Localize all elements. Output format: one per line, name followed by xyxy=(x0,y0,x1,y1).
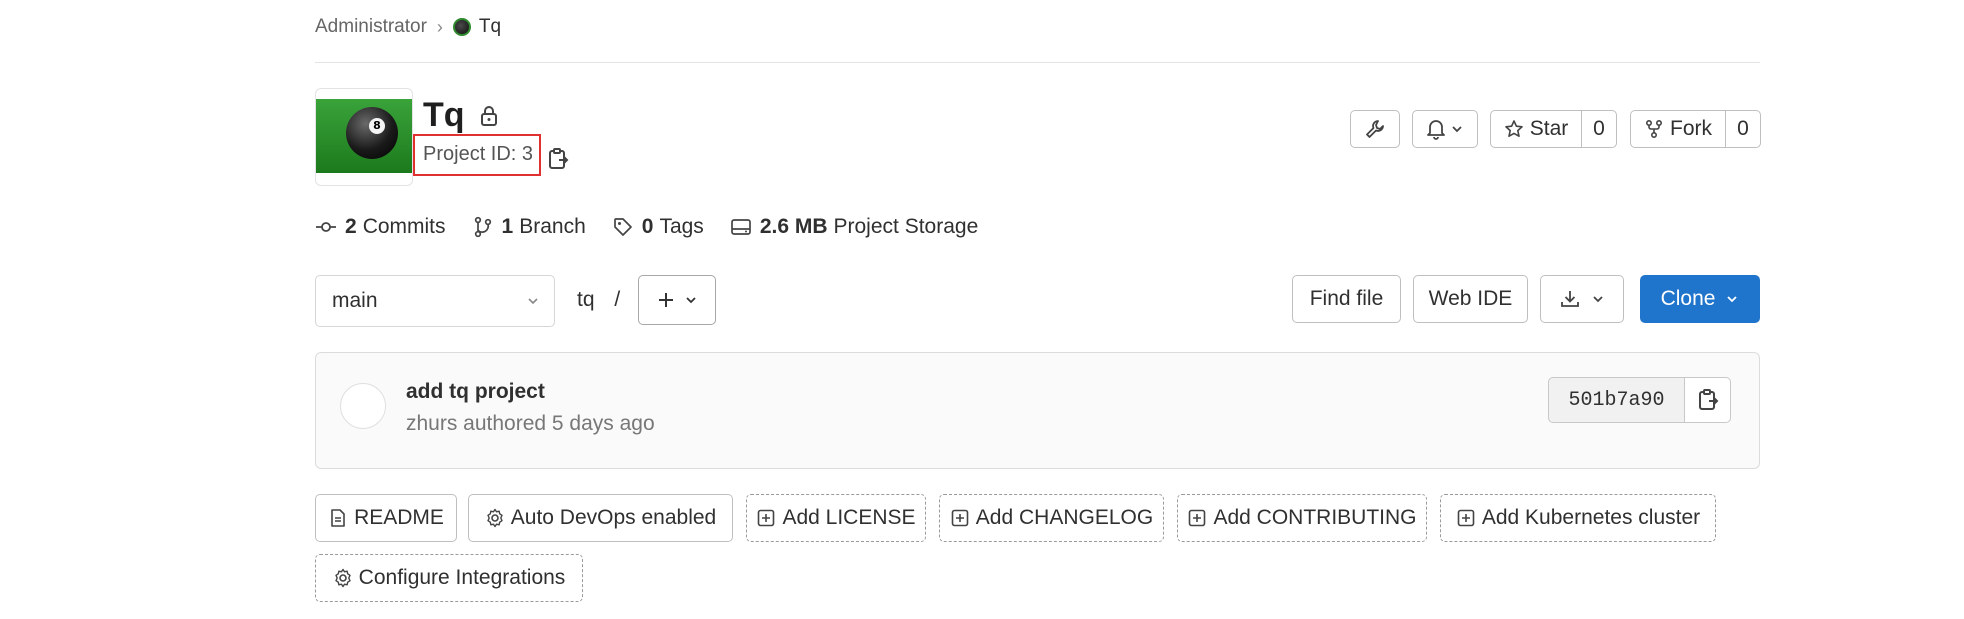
copy-project-id-icon[interactable] xyxy=(547,147,569,171)
plus-icon xyxy=(659,293,673,307)
readme-button[interactable]: README xyxy=(315,494,457,542)
tag-icon xyxy=(613,218,632,236)
chevron-down-icon xyxy=(1727,296,1738,303)
breadcrumb: Administrator › Tq xyxy=(315,14,501,40)
header-divider xyxy=(315,62,1760,63)
breadcrumb-current[interactable]: Tq xyxy=(479,16,501,38)
star-button[interactable]: Star xyxy=(1490,110,1582,148)
star-label: Star xyxy=(1529,117,1569,140)
chevron-down-icon xyxy=(528,298,538,305)
project-title-row: Tq xyxy=(423,96,499,135)
stat-branches-count: 1 xyxy=(501,215,514,238)
fork-label: Fork xyxy=(1670,117,1712,140)
stat-tags-count: 0 xyxy=(641,215,654,238)
stat-tags-label: Tags xyxy=(659,215,704,238)
readme-label: README xyxy=(354,506,444,529)
stat-tags[interactable]: 0 Tags xyxy=(612,215,704,239)
repo-path: tq / xyxy=(577,288,620,312)
repo-path-root[interactable]: tq xyxy=(577,288,595,311)
commit-author-avatar[interactable] xyxy=(340,383,386,429)
stat-storage-label: Project Storage xyxy=(833,215,979,238)
stat-branches[interactable]: 1 Branch xyxy=(472,215,586,239)
find-file-button[interactable]: Find file xyxy=(1292,275,1401,323)
branch-name: main xyxy=(332,289,378,312)
add-kubernetes-cluster-button[interactable]: Add Kubernetes cluster xyxy=(1440,494,1716,542)
plus-square-icon xyxy=(1189,509,1206,527)
repo-path-separator: / xyxy=(614,288,621,311)
storage-icon xyxy=(730,219,751,235)
download-button[interactable] xyxy=(1540,275,1624,323)
chevron-down-icon xyxy=(1452,126,1462,133)
download-icon xyxy=(1561,291,1579,307)
fork-button[interactable]: Fork xyxy=(1630,110,1726,148)
add-to-tree-button[interactable] xyxy=(638,275,716,325)
notification-button[interactable] xyxy=(1412,110,1478,148)
stat-storage-count: 2.6 MB xyxy=(759,215,828,238)
commit-icon xyxy=(316,222,336,232)
add-changelog-label: Add CHANGELOG xyxy=(975,506,1154,529)
commit-meta: zhurs authored 5 days ago xyxy=(406,412,655,435)
clone-label: Clone xyxy=(1660,287,1716,310)
add-license-label: Add LICENSE xyxy=(782,506,916,529)
stat-storage[interactable]: 2.6 MB Project Storage xyxy=(730,215,978,239)
copy-icon xyxy=(1698,389,1718,410)
lock-icon xyxy=(480,105,497,126)
add-license-button[interactable]: Add LICENSE xyxy=(746,494,926,542)
branch-icon xyxy=(474,216,491,238)
fork-count[interactable]: 0 xyxy=(1725,110,1761,148)
auto-devops-label: Auto DevOps enabled xyxy=(510,506,717,529)
gear-icon xyxy=(487,508,503,528)
last-commit-panel xyxy=(315,352,1760,469)
stat-commits-label: Commits xyxy=(362,215,446,238)
project-id: Project ID: 3 xyxy=(423,143,534,165)
stat-commits[interactable]: 2 Commits xyxy=(315,215,446,239)
breadcrumb-separator: › xyxy=(436,16,443,37)
configure-integrations-button[interactable]: Configure Integrations xyxy=(315,554,583,602)
configure-integrations-label: Configure Integrations xyxy=(358,566,566,589)
plus-square-icon xyxy=(951,509,969,527)
star-icon xyxy=(1504,120,1523,137)
document-icon xyxy=(331,509,345,527)
stat-branches-label: Branch xyxy=(519,215,586,238)
commit-title[interactable]: add tq project xyxy=(406,380,545,404)
project-avatar: 8 xyxy=(315,88,413,186)
fork-icon xyxy=(1645,119,1663,139)
breadcrumb-parent[interactable]: Administrator xyxy=(315,16,427,38)
stat-commits-count: 2 xyxy=(345,215,357,238)
add-contributing-button[interactable]: Add CONTRIBUTING xyxy=(1177,494,1427,542)
auto-devops-button[interactable]: Auto DevOps enabled xyxy=(468,494,733,542)
settings-wrench-button[interactable] xyxy=(1350,110,1400,148)
add-changelog-button[interactable]: Add CHANGELOG xyxy=(939,494,1164,542)
branch-selector[interactable]: main xyxy=(315,275,555,327)
commit-sha[interactable]: 501b7a90 xyxy=(1548,377,1685,423)
chevron-down-icon xyxy=(686,297,696,304)
clone-button[interactable]: Clone xyxy=(1640,275,1760,323)
bell-icon xyxy=(1427,120,1445,140)
web-ide-button[interactable]: Web IDE xyxy=(1413,275,1528,323)
wrench-icon xyxy=(1366,120,1384,138)
plus-square-icon xyxy=(758,509,775,527)
plus-square-icon xyxy=(1457,509,1475,527)
chevron-down-icon xyxy=(1593,296,1603,303)
add-kubernetes-cluster-label: Add Kubernetes cluster xyxy=(1481,506,1701,529)
gear-icon xyxy=(334,568,351,588)
copy-sha-button[interactable] xyxy=(1684,377,1731,423)
project-mini-avatar xyxy=(452,18,471,36)
star-count[interactable]: 0 xyxy=(1581,110,1617,148)
project-stats: 2 Commits 1 Branch 0 Tags 2.6 MB Project… xyxy=(315,212,1004,242)
add-contributing-label: Add CONTRIBUTING xyxy=(1213,506,1417,529)
project-title: Tq xyxy=(423,96,465,134)
